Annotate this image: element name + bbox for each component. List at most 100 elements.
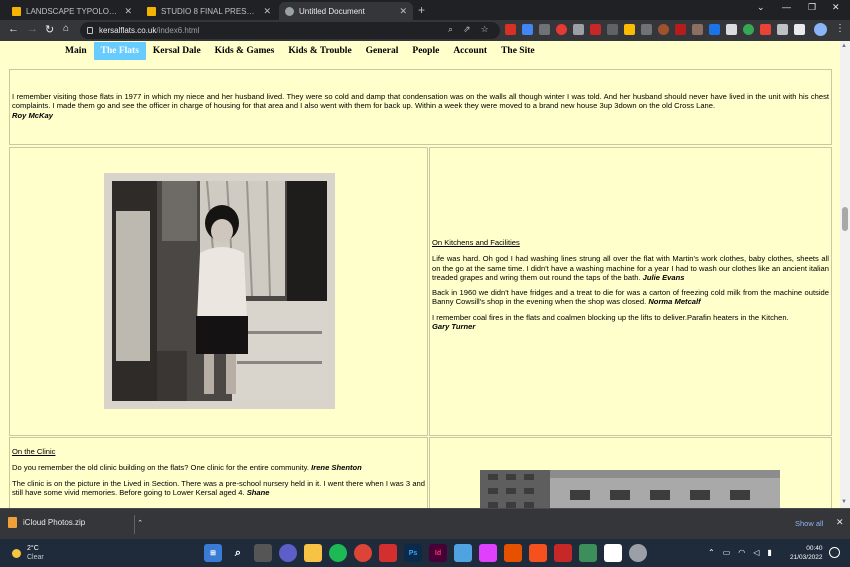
taskbar: 2°C Clear ⊞ ⌕ Ps Id ⌃ ▭ ◠ ◁ ▮ 00:40 21/0… [0,539,850,567]
extension-icon[interactable] [726,24,737,35]
weather-condition: Clear [27,554,44,562]
scroll-up-icon[interactable]: ▲ [841,43,847,49]
tab-untitled-document[interactable]: Untitled Document ✕ [279,2,413,20]
memory-author: Julie Evans [642,272,685,282]
omnibox-icons: ⌕ ⇗ ☆ [448,24,489,35]
site-nav: Main The Flats Kersal Dale Kids & Games … [0,41,840,60]
display-icon[interactable]: ▭ [723,548,731,557]
clock-time: 00:40 [806,545,823,552]
store-icon[interactable] [604,544,622,562]
notification-icon[interactable] [829,547,840,558]
star-icon[interactable]: ☆ [481,24,489,35]
file-explorer-icon[interactable] [304,544,322,562]
new-tab-button[interactable]: + [418,3,425,17]
sidebar-icon[interactable] [794,24,805,35]
extension-icon[interactable] [573,24,584,35]
extension-icon[interactable] [675,24,686,35]
extension-icon[interactable] [505,24,516,35]
clinic-heading: On the Clinic [12,447,56,456]
chat-icon[interactable] [279,544,297,562]
taskbar-clock[interactable]: 00:40 21/03/2022 [790,545,823,563]
lock-icon [87,27,93,34]
search-icon[interactable]: ⌕ [229,544,247,562]
indesign-icon[interactable]: Id [429,544,447,562]
close-icon[interactable]: ✕ [263,6,271,17]
chevron-down-icon[interactable]: ⌄ [757,2,765,13]
battery-icon[interactable]: ▮ [767,548,771,557]
nav-the-site[interactable]: The Site [494,42,542,60]
app-icon[interactable] [629,544,647,562]
nav-kersal-dale[interactable]: Kersal Dale [146,42,208,60]
adblock-icon[interactable] [556,24,567,35]
volume-icon[interactable]: ◁ [753,548,759,557]
nav-people[interactable]: People [405,42,446,60]
extension-icon[interactable] [692,24,703,35]
app-icon[interactable] [579,544,597,562]
kitchens-memory-1: Life was hard. Oh god I had washing line… [432,254,829,282]
page-scrollbar[interactable]: ▲ ▼ [840,41,850,508]
task-view-icon[interactable] [254,544,272,562]
close-icon[interactable]: ✕ [836,517,844,528]
nav-kids-trouble[interactable]: Kids & Trouble [281,42,358,60]
weather-widget[interactable]: 2°C Clear [12,544,44,562]
share-icon[interactable]: ⇗ [463,24,471,35]
restore-button[interactable]: ❐ [808,2,816,13]
memory-text: I remember visiting those flats in 1977 … [12,92,829,120]
nav-account[interactable]: Account [446,42,494,60]
app-icon[interactable] [504,544,522,562]
pdf-icon[interactable] [590,24,601,35]
app-icon[interactable] [554,544,572,562]
scrollbar-thumb[interactable] [842,207,848,231]
extension-icon[interactable] [709,24,720,35]
reload-icon[interactable]: ↻ [45,23,54,36]
kitchen-photo-image [112,181,327,401]
extension-icon[interactable] [539,24,550,35]
close-icon[interactable]: ✕ [399,6,407,17]
window-close-button[interactable]: ✕ [832,2,840,13]
acrobat-icon[interactable] [379,544,397,562]
chevron-up-icon[interactable]: ⌃ [708,548,715,557]
show-all-button[interactable]: Show all [795,519,823,528]
moon-icon [12,548,21,558]
extension-icon[interactable] [760,24,771,35]
spotify-icon[interactable] [329,544,347,562]
nav-the-flats[interactable]: The Flats [93,41,146,60]
download-filename: iCloud Photos.zip [23,518,86,527]
clock-date: 21/03/2022 [790,553,823,561]
tab-studio8[interactable]: STUDIO 8 FINAL PRESENTATION ✕ [141,2,277,20]
download-item[interactable]: iCloud Photos.zip ⌃ [8,517,143,528]
extension-icon[interactable] [658,24,669,35]
forward-icon[interactable]: → [27,23,38,35]
app-icon[interactable] [479,544,497,562]
home-icon[interactable]: ⌂ [63,23,69,34]
search-icon[interactable]: ⌕ [448,24,453,35]
avatar[interactable] [814,23,827,36]
extension-icon[interactable] [522,24,533,35]
extension-icon[interactable] [624,24,635,35]
nav-kids-games[interactable]: Kids & Games [208,42,282,60]
extension-icon[interactable] [743,24,754,35]
chevron-up-icon[interactable]: ⌃ [137,519,143,527]
menu-icon[interactable]: ⋮ [835,23,845,34]
nav-general[interactable]: General [359,42,406,60]
tab-landscape-typology[interactable]: LANDSCAPE TYPOLOGY - Google ✕ [6,2,138,20]
zip-file-icon [8,517,17,528]
extension-icon[interactable] [607,24,618,35]
app-icon[interactable] [529,544,547,562]
address-bar[interactable]: kersalflats.co.uk/index6.html [80,22,500,39]
wifi-icon[interactable]: ◠ [738,548,745,557]
back-icon[interactable]: ← [8,23,19,35]
tab-strip: LANDSCAPE TYPOLOGY - Google ✕ STUDIO 8 F… [0,0,850,20]
memory-body: Back in 1960 we didn't have fridges and … [432,288,829,307]
minimize-button[interactable]: — [782,2,791,12]
extension-icon[interactable] [641,24,652,35]
close-icon[interactable]: ✕ [124,6,132,17]
app-icon[interactable] [454,544,472,562]
chrome-icon[interactable] [354,544,372,562]
photoshop-icon[interactable]: Ps [404,544,422,562]
nav-main[interactable]: Main [58,42,94,60]
scroll-down-icon[interactable]: ▼ [841,499,847,505]
start-icon[interactable]: ⊞ [204,544,222,562]
kitchen-photo [104,173,335,409]
puzzle-icon[interactable] [777,24,788,35]
